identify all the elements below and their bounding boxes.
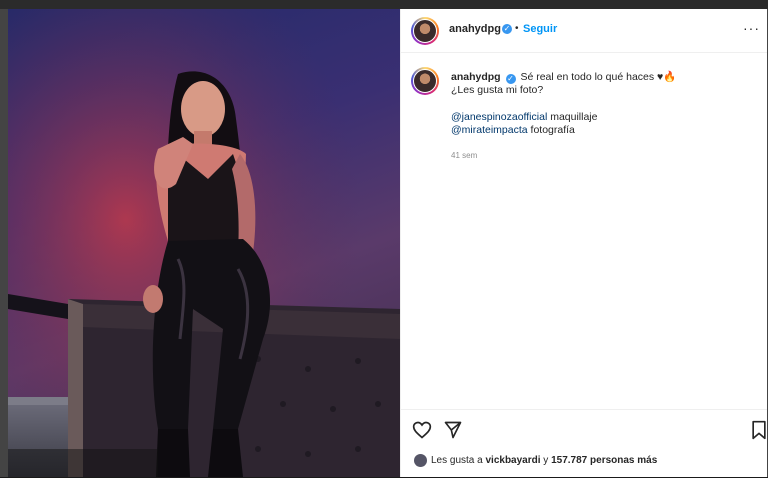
post-header: anahydpg ✓ • Seguir ··· bbox=[401, 9, 767, 53]
heart-icon[interactable] bbox=[412, 420, 432, 440]
background-page-edge bbox=[0, 9, 8, 477]
likes-summary: Les gusta a vickbayardi y 157.787 person… bbox=[414, 454, 657, 467]
photo-illustration bbox=[8, 9, 400, 477]
mention-makeup[interactable]: @janespinozaofficial bbox=[451, 111, 547, 123]
caption-text: anahydpg ✓ Sé real en todo lo qué haces … bbox=[451, 71, 751, 137]
credit-photo-text: fotografía bbox=[527, 124, 575, 136]
caption-line-1: Sé real en todo lo qué haces ♥🔥 bbox=[520, 71, 677, 83]
post-timestamp[interactable]: 41 sem bbox=[451, 151, 477, 160]
separator-dot: • bbox=[515, 23, 519, 34]
likes-middle: y bbox=[540, 455, 552, 467]
likes-count[interactable]: 157.787 personas más bbox=[551, 455, 657, 466]
post-detail-panel: anahydpg ✓ • Seguir ··· anahydpg ✓ Sé re… bbox=[400, 9, 767, 477]
likes-prefix: Les gusta a bbox=[431, 455, 486, 467]
liker-avatar[interactable] bbox=[414, 454, 427, 467]
verified-badge-icon: ✓ bbox=[502, 24, 512, 34]
post-photo[interactable] bbox=[8, 9, 400, 477]
caption-line-2: ¿Les gusta mi foto? bbox=[451, 84, 544, 96]
follow-button[interactable]: Seguir bbox=[523, 23, 557, 35]
browser-top-strip bbox=[0, 0, 768, 9]
mention-photo[interactable]: @mirateimpacta bbox=[451, 124, 528, 136]
author-username[interactable]: anahydpg bbox=[449, 23, 501, 35]
credit-makeup-text: maquillaje bbox=[547, 111, 598, 123]
caption-verified-badge-icon: ✓ bbox=[505, 74, 516, 84]
paper-plane-icon[interactable] bbox=[443, 420, 463, 440]
liker-username[interactable]: vickbayardi bbox=[485, 455, 540, 466]
caption-avatar[interactable] bbox=[411, 67, 439, 95]
caption-username[interactable]: anahydpg bbox=[451, 71, 501, 83]
bookmark-icon[interactable] bbox=[749, 420, 768, 440]
post-actions: Les gusta a vickbayardi y 157.787 person… bbox=[401, 409, 767, 478]
author-avatar[interactable] bbox=[411, 17, 439, 45]
more-options-icon[interactable]: ··· bbox=[743, 20, 760, 36]
